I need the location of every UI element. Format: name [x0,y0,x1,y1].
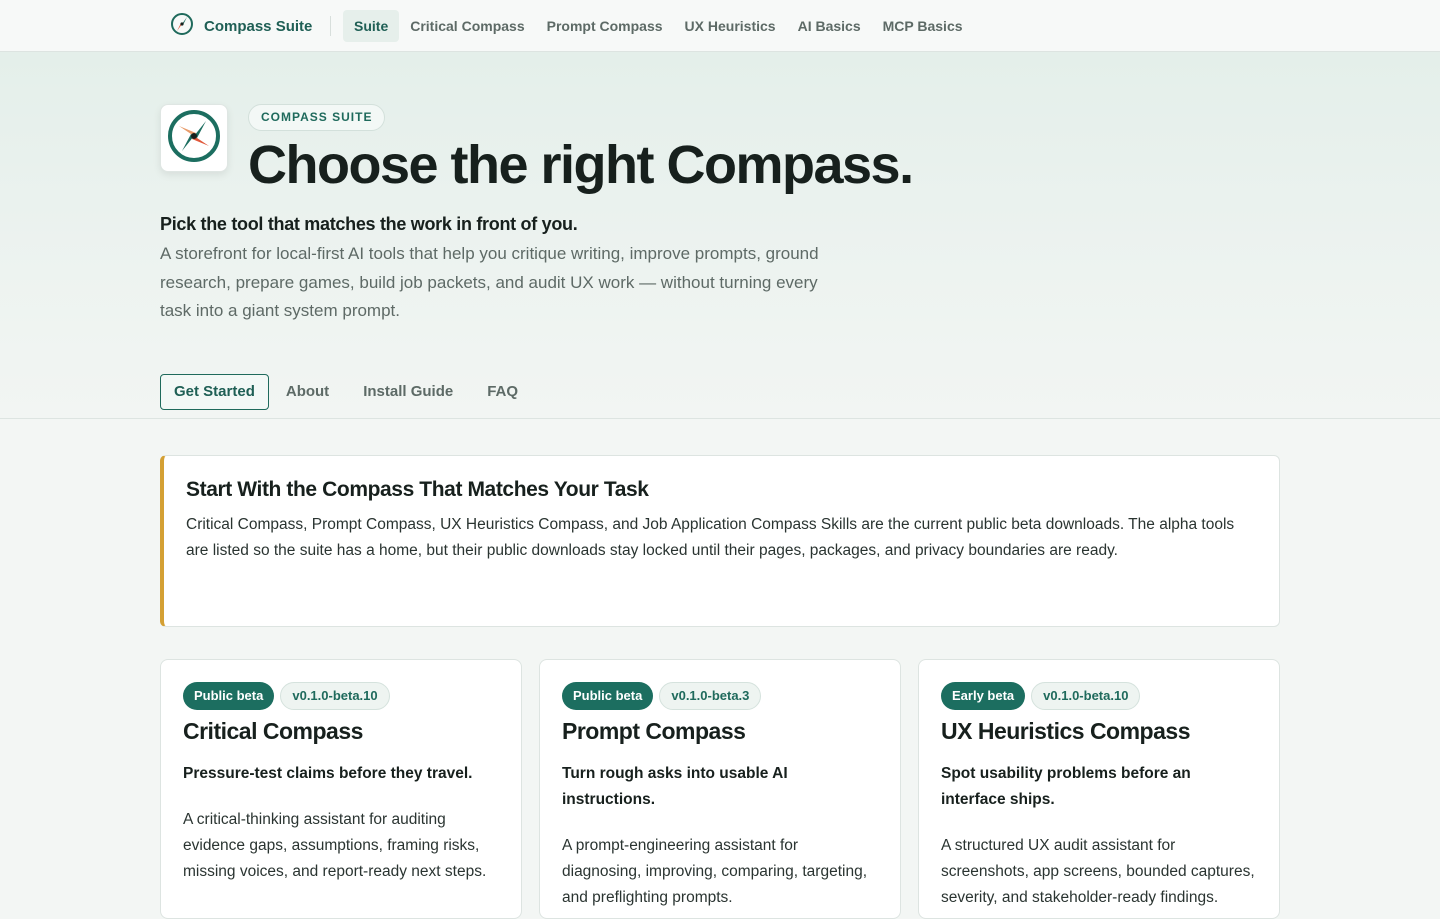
brand-name: Compass Suite [204,17,313,35]
card-badges: Early beta v0.1.0-beta.10 [941,682,1257,710]
tab-get-started[interactable]: Get Started [160,374,269,410]
tab-install-guide[interactable]: Install Guide [346,374,470,410]
page-title: Choose the right Compass. [248,135,914,195]
product-card-critical-compass[interactable]: Public beta v0.1.0-beta.10 Critical Comp… [160,659,522,919]
section-tabs: Get Started About Install Guide FAQ [160,374,535,410]
card-description: A critical-thinking assistant for auditi… [183,811,487,880]
nav-link-mcp-basics[interactable]: MCP Basics [872,10,974,42]
nav-link-suite[interactable]: Suite [343,10,400,42]
card-tagline: Turn rough asks into usable AI instructi… [562,765,788,808]
nav-link-ux-heuristics[interactable]: UX Heuristics [674,10,787,42]
version-badge: v0.1.0-beta.10 [1031,682,1141,710]
hero-lead: Pick the tool that matches the work in f… [160,214,578,234]
top-navigation-bar: Compass Suite Suite Critical Compass Pro… [0,0,1440,52]
card-title[interactable]: Prompt Compass [562,718,878,745]
card-tagline: Pressure-test claims before they travel. [183,765,473,782]
status-badge: Public beta [183,682,275,710]
card-tagline: Spot usability problems before an interf… [941,765,1191,808]
hero-logo [160,104,228,172]
callout-box: Start With the Compass That Matches Your… [160,455,1280,627]
nav-link-critical-compass[interactable]: Critical Compass [399,10,535,42]
compass-icon [170,12,194,40]
hero-description: A storefront for local-first AI tools th… [160,244,819,320]
status-badge: Public beta [562,682,654,710]
card-title[interactable]: Critical Compass [183,718,499,745]
tab-about[interactable]: About [269,374,346,410]
hero-divider [0,418,1440,419]
product-card-ux-heuristics-compass[interactable]: Early beta v0.1.0-beta.10 UX Heuristics … [918,659,1280,919]
nav-link-ai-basics[interactable]: AI Basics [787,10,872,42]
callout-text: Critical Compass, Prompt Compass, UX Heu… [186,516,1235,559]
hero-section: COMPASS SUITE Choose the right Compass. … [0,52,1440,418]
status-badge: Early beta [941,682,1026,710]
brand-divider [330,16,331,36]
top-nav: Suite Critical Compass Prompt Compass UX… [343,10,974,42]
eyebrow-pill: COMPASS SUITE [248,104,386,131]
card-badges: Public beta v0.1.0-beta.10 [183,682,499,710]
card-title[interactable]: UX Heuristics Compass [941,718,1257,745]
callout-title: Start With the Compass That Matches Your… [186,478,649,501]
product-card-prompt-compass[interactable]: Public beta v0.1.0-beta.3 Prompt Compass… [539,659,901,919]
card-badges: Public beta v0.1.0-beta.3 [562,682,878,710]
compass-icon [166,108,222,169]
tab-faq[interactable]: FAQ [470,374,535,410]
card-description: A prompt-engineering assistant for diagn… [562,837,868,906]
nav-link-prompt-compass[interactable]: Prompt Compass [536,10,674,42]
version-badge: v0.1.0-beta.10 [280,682,390,710]
version-badge: v0.1.0-beta.3 [659,682,762,710]
brand-link[interactable]: Compass Suite [170,12,313,40]
card-description: A structured UX audit assistant for scre… [941,837,1255,906]
